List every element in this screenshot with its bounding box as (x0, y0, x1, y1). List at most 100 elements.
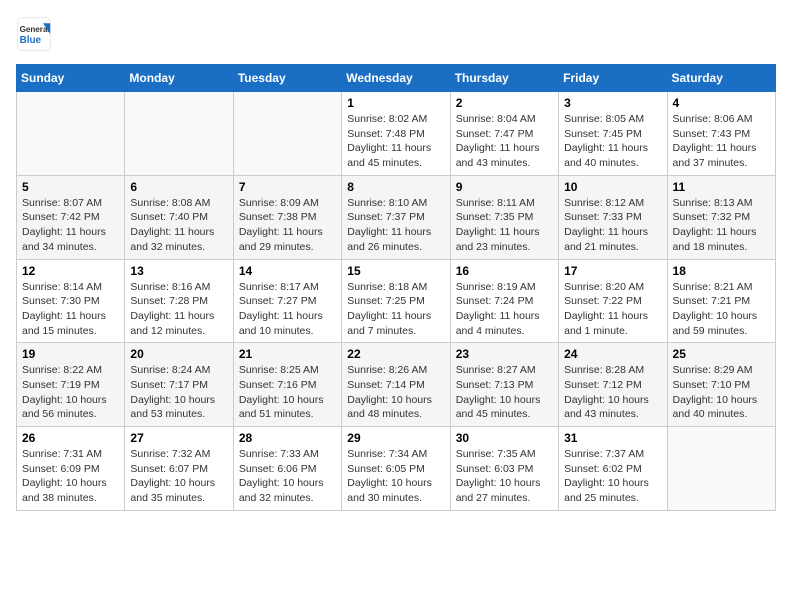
calendar-day-21: 21 Sunrise: 8:25 AM Sunset: 7:16 PM Dayli… (233, 343, 341, 427)
calendar-day-29: 29 Sunrise: 7:34 AM Sunset: 6:05 PM Dayli… (342, 427, 450, 511)
weekday-header-saturday: Saturday (667, 65, 775, 92)
calendar-day-2: 2 Sunrise: 8:04 AM Sunset: 7:47 PM Daylig… (450, 92, 558, 176)
calendar-day-12: 12 Sunrise: 8:14 AM Sunset: 7:30 PM Dayli… (17, 259, 125, 343)
calendar-day-14: 14 Sunrise: 8:17 AM Sunset: 7:27 PM Dayli… (233, 259, 341, 343)
calendar-week-row: 19 Sunrise: 8:22 AM Sunset: 7:19 PM Dayli… (17, 343, 776, 427)
day-info: Sunrise: 8:27 AM Sunset: 7:13 PM Dayligh… (456, 363, 553, 422)
weekday-header-tuesday: Tuesday (233, 65, 341, 92)
page-header: General Blue (16, 16, 776, 52)
day-info: Sunrise: 8:05 AM Sunset: 7:45 PM Dayligh… (564, 112, 661, 171)
calendar-day-8: 8Sunrise: 8:10 AM Sunset: 7:37 PM Daylig… (342, 175, 450, 259)
calendar-day-11: 11Sunrise: 8:13 AM Sunset: 7:32 PM Dayli… (667, 175, 775, 259)
calendar-day-30: 30 Sunrise: 7:35 AM Sunset: 6:03 PM Dayli… (450, 427, 558, 511)
day-number: 13 (130, 264, 227, 278)
day-number: 28 (239, 431, 336, 445)
day-info: Sunrise: 8:25 AM Sunset: 7:16 PM Dayligh… (239, 363, 336, 422)
day-info: Sunrise: 8:14 AM Sunset: 7:30 PM Dayligh… (22, 280, 119, 339)
day-info: Sunrise: 8:08 AM Sunset: 7:40 PM Dayligh… (130, 196, 227, 255)
day-number: 9 (456, 180, 553, 194)
calendar-week-row: 1Sunrise: 8:02 AM Sunset: 7:48 PM Daylig… (17, 92, 776, 176)
day-info: Sunrise: 8:07 AM Sunset: 7:42 PM Dayligh… (22, 196, 119, 255)
calendar-empty-cell (125, 92, 233, 176)
calendar-day-17: 17 Sunrise: 8:20 AM Sunset: 7:22 PM Dayli… (559, 259, 667, 343)
weekday-header-monday: Monday (125, 65, 233, 92)
day-info: Sunrise: 7:33 AM Sunset: 6:06 PM Dayligh… (239, 447, 336, 506)
calendar-day-7: 7 Sunrise: 8:09 AM Sunset: 7:38 PM Daylig… (233, 175, 341, 259)
calendar-day-25: 25 Sunrise: 8:29 AM Sunset: 7:10 PM Dayli… (667, 343, 775, 427)
svg-text:Blue: Blue (20, 35, 42, 46)
day-number: 8 (347, 180, 444, 194)
weekday-header-wednesday: Wednesday (342, 65, 450, 92)
day-number: 7 (239, 180, 336, 194)
day-info: Sunrise: 7:35 AM Sunset: 6:03 PM Dayligh… (456, 447, 553, 506)
day-number: 15 (347, 264, 444, 278)
day-info: Sunrise: 8:13 AM Sunset: 7:32 PM Dayligh… (673, 196, 770, 255)
day-info: Sunrise: 7:31 AM Sunset: 6:09 PM Dayligh… (22, 447, 119, 506)
day-info: Sunrise: 7:34 AM Sunset: 6:05 PM Dayligh… (347, 447, 444, 506)
day-number: 29 (347, 431, 444, 445)
calendar-day-9: 9 Sunrise: 8:11 AM Sunset: 7:35 PM Daylig… (450, 175, 558, 259)
calendar-day-13: 13Sunrise: 8:16 AM Sunset: 7:28 PM Dayli… (125, 259, 233, 343)
day-info: Sunrise: 7:37 AM Sunset: 6:02 PM Dayligh… (564, 447, 661, 506)
day-number: 6 (130, 180, 227, 194)
day-number: 23 (456, 347, 553, 361)
calendar-day-1: 1Sunrise: 8:02 AM Sunset: 7:48 PM Daylig… (342, 92, 450, 176)
calendar-table: SundayMondayTuesdayWednesdayThursdayFrid… (16, 64, 776, 511)
calendar-day-6: 6 Sunrise: 8:08 AM Sunset: 7:40 PM Daylig… (125, 175, 233, 259)
day-info: Sunrise: 8:09 AM Sunset: 7:38 PM Dayligh… (239, 196, 336, 255)
day-info: Sunrise: 8:18 AM Sunset: 7:25 PM Dayligh… (347, 280, 444, 339)
day-info: Sunrise: 8:04 AM Sunset: 7:47 PM Dayligh… (456, 112, 553, 171)
day-info: Sunrise: 8:11 AM Sunset: 7:35 PM Dayligh… (456, 196, 553, 255)
day-info: Sunrise: 8:02 AM Sunset: 7:48 PM Dayligh… (347, 112, 444, 171)
day-info: Sunrise: 8:26 AM Sunset: 7:14 PM Dayligh… (347, 363, 444, 422)
svg-text:General: General (20, 25, 50, 34)
weekday-header-thursday: Thursday (450, 65, 558, 92)
calendar-empty-cell (667, 427, 775, 511)
calendar-week-row: 12 Sunrise: 8:14 AM Sunset: 7:30 PM Dayli… (17, 259, 776, 343)
calendar-day-16: 16Sunrise: 8:19 AM Sunset: 7:24 PM Dayli… (450, 259, 558, 343)
day-info: Sunrise: 8:17 AM Sunset: 7:27 PM Dayligh… (239, 280, 336, 339)
calendar-empty-cell (17, 92, 125, 176)
day-info: Sunrise: 8:20 AM Sunset: 7:22 PM Dayligh… (564, 280, 661, 339)
day-number: 18 (673, 264, 770, 278)
day-info: Sunrise: 8:06 AM Sunset: 7:43 PM Dayligh… (673, 112, 770, 171)
calendar-day-19: 19 Sunrise: 8:22 AM Sunset: 7:19 PM Dayli… (17, 343, 125, 427)
day-number: 16 (456, 264, 553, 278)
calendar-day-26: 26 Sunrise: 7:31 AM Sunset: 6:09 PM Dayli… (17, 427, 125, 511)
day-number: 14 (239, 264, 336, 278)
calendar-day-15: 15 Sunrise: 8:18 AM Sunset: 7:25 PM Dayli… (342, 259, 450, 343)
calendar-day-28: 28 Sunrise: 7:33 AM Sunset: 6:06 PM Dayli… (233, 427, 341, 511)
calendar-day-4: 4Sunrise: 8:06 AM Sunset: 7:43 PM Daylig… (667, 92, 775, 176)
day-info: Sunrise: 8:21 AM Sunset: 7:21 PM Dayligh… (673, 280, 770, 339)
calendar-day-23: 23 Sunrise: 8:27 AM Sunset: 7:13 PM Dayli… (450, 343, 558, 427)
day-number: 19 (22, 347, 119, 361)
weekday-header-friday: Friday (559, 65, 667, 92)
calendar-day-18: 18 Sunrise: 8:21 AM Sunset: 7:21 PM Dayli… (667, 259, 775, 343)
day-number: 20 (130, 347, 227, 361)
calendar-week-row: 26 Sunrise: 7:31 AM Sunset: 6:09 PM Dayli… (17, 427, 776, 511)
calendar-day-31: 31 Sunrise: 7:37 AM Sunset: 6:02 PM Dayli… (559, 427, 667, 511)
day-number: 5 (22, 180, 119, 194)
day-number: 25 (673, 347, 770, 361)
day-number: 30 (456, 431, 553, 445)
day-number: 12 (22, 264, 119, 278)
day-number: 17 (564, 264, 661, 278)
day-number: 26 (22, 431, 119, 445)
day-info: Sunrise: 7:32 AM Sunset: 6:07 PM Dayligh… (130, 447, 227, 506)
day-info: Sunrise: 8:24 AM Sunset: 7:17 PM Dayligh… (130, 363, 227, 422)
calendar-week-row: 5 Sunrise: 8:07 AM Sunset: 7:42 PM Daylig… (17, 175, 776, 259)
day-number: 2 (456, 96, 553, 110)
day-number: 3 (564, 96, 661, 110)
weekday-header-sunday: Sunday (17, 65, 125, 92)
calendar-day-27: 27 Sunrise: 7:32 AM Sunset: 6:07 PM Dayli… (125, 427, 233, 511)
day-info: Sunrise: 8:22 AM Sunset: 7:19 PM Dayligh… (22, 363, 119, 422)
day-number: 31 (564, 431, 661, 445)
day-number: 24 (564, 347, 661, 361)
day-number: 21 (239, 347, 336, 361)
day-info: Sunrise: 8:29 AM Sunset: 7:10 PM Dayligh… (673, 363, 770, 422)
day-info: Sunrise: 8:12 AM Sunset: 7:33 PM Dayligh… (564, 196, 661, 255)
calendar-day-10: 10Sunrise: 8:12 AM Sunset: 7:33 PM Dayli… (559, 175, 667, 259)
day-info: Sunrise: 8:28 AM Sunset: 7:12 PM Dayligh… (564, 363, 661, 422)
day-number: 27 (130, 431, 227, 445)
calendar-day-22: 22Sunrise: 8:26 AM Sunset: 7:14 PM Dayli… (342, 343, 450, 427)
